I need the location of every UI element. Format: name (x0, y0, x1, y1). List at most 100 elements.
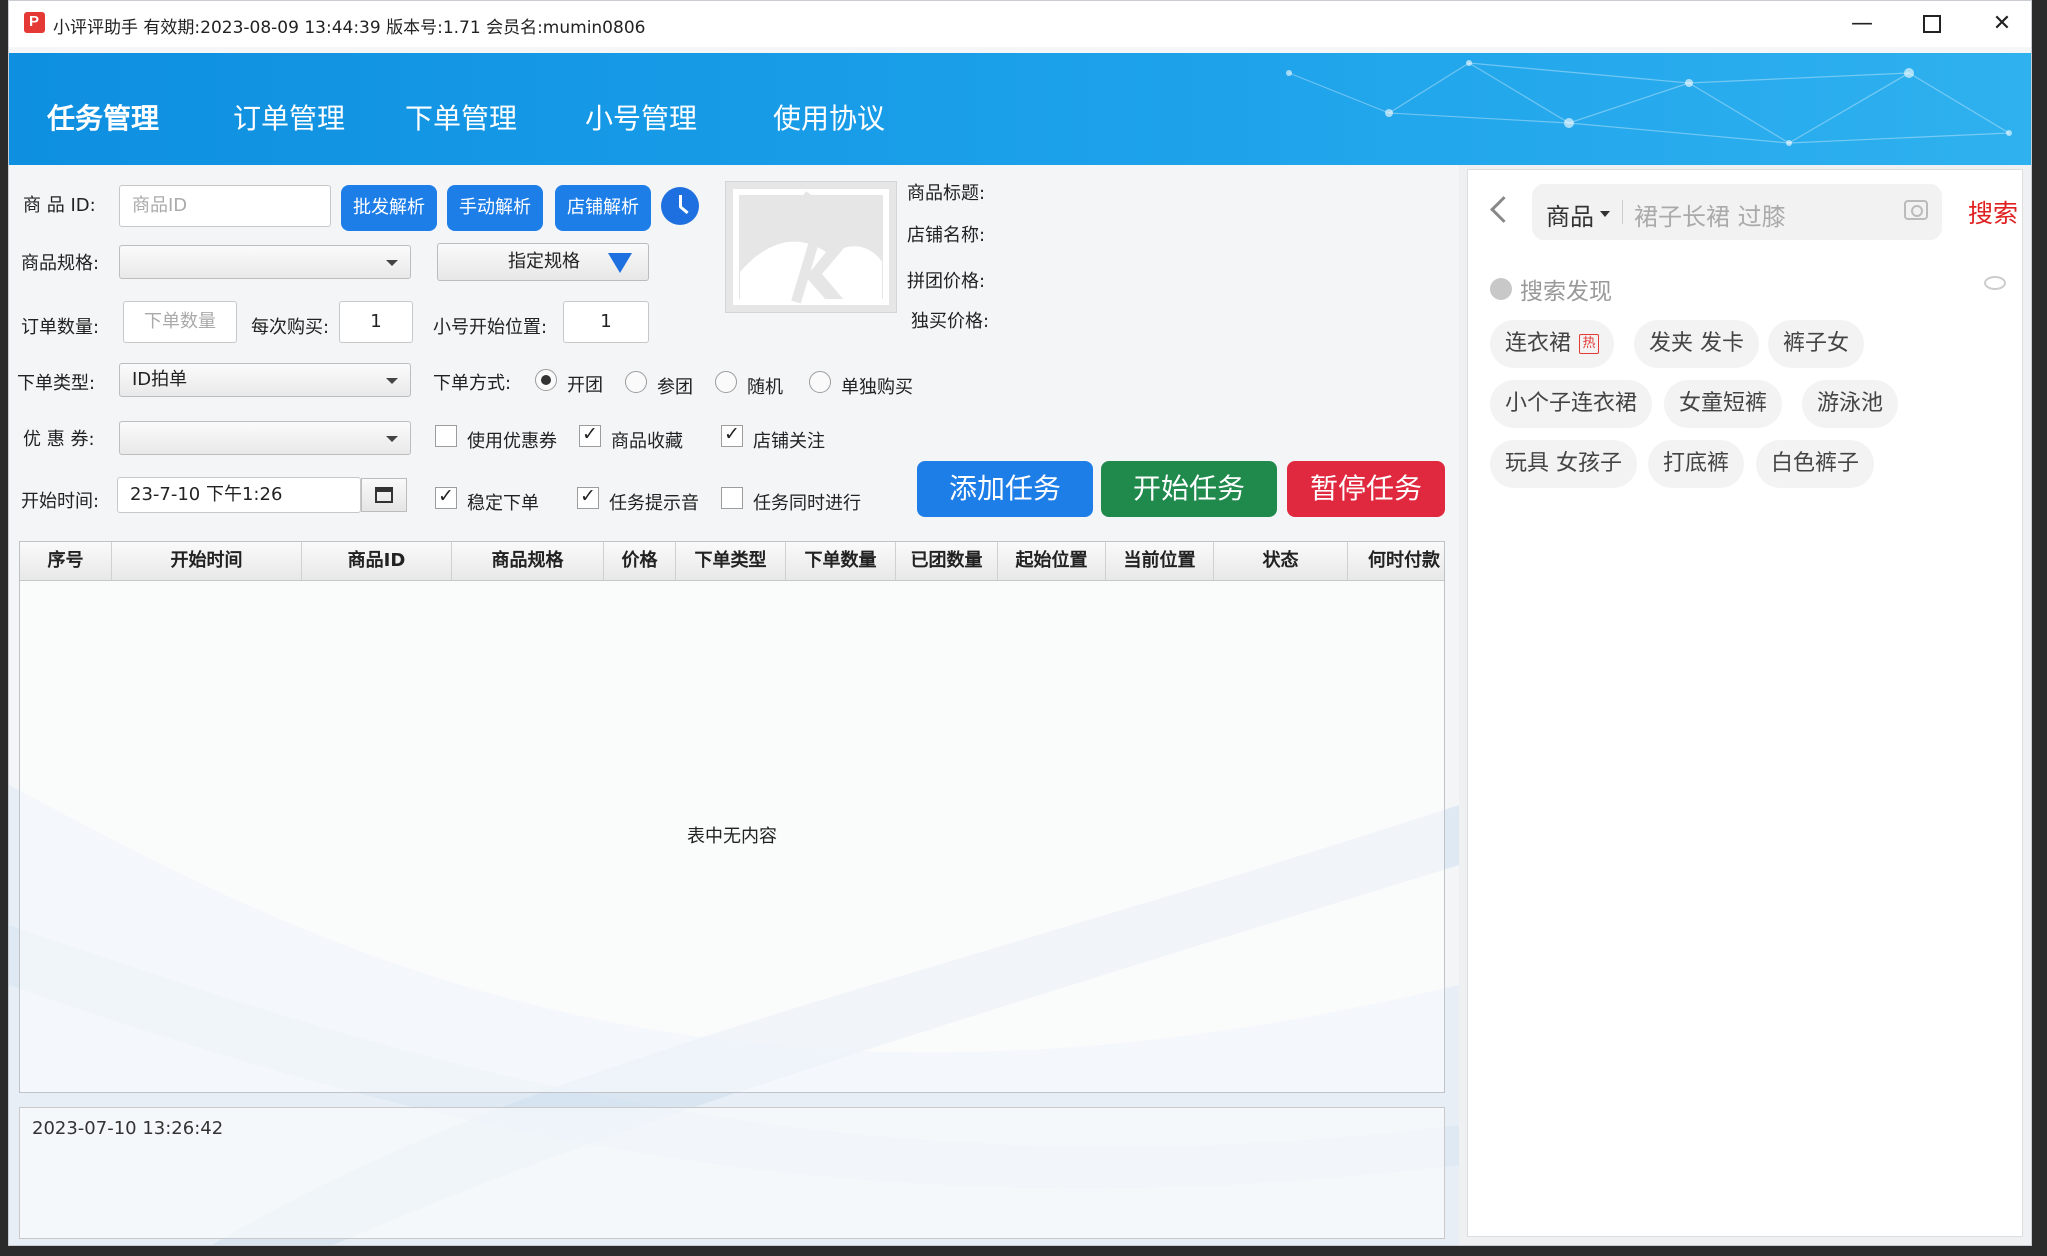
nav-place-order[interactable]: 下单管理 (405, 97, 517, 137)
mode-join-group-label: 参团 (657, 377, 693, 398)
favorite-product-checkbox[interactable] (579, 423, 601, 447)
batch-parse-button[interactable]: 批发解析 (341, 185, 437, 231)
close-button[interactable]: ✕ (1967, 1, 2031, 47)
search-tag[interactable]: 玩具 女孩子 (1490, 440, 1637, 488)
follow-shop-label: 店铺关注 (753, 431, 825, 452)
minimize-button[interactable]: — (1827, 1, 1897, 47)
order-type-label: 下单类型: (17, 373, 96, 394)
product-id-label: 商 品 ID: (23, 195, 96, 216)
search-tag[interactable]: 白色裤子 (1756, 440, 1875, 488)
maximize-icon (1923, 15, 1941, 33)
shop-name-label: 店铺名称: (907, 225, 986, 246)
search-tag[interactable]: 小个子连衣裙 (1490, 380, 1653, 428)
app-logo-icon (24, 12, 45, 33)
start-time-label: 开始时间: (21, 491, 100, 512)
nav-account-management[interactable]: 小号管理 (585, 97, 697, 137)
start-task-button[interactable]: 开始任务 (1101, 461, 1277, 517)
column-header[interactable]: 商品规格 (452, 542, 604, 580)
column-header[interactable]: 商品ID (302, 542, 452, 580)
mode-join-group-radio[interactable] (625, 371, 647, 393)
compass-icon (1490, 278, 1512, 300)
camera-icon[interactable] (1904, 200, 1928, 220)
column-header[interactable]: 下单类型 (676, 542, 786, 580)
column-header[interactable]: 何时付款 (1348, 542, 1444, 580)
product-image-placeholder (725, 181, 897, 313)
log-area[interactable]: 2023-07-10 13:26:42 (19, 1107, 1445, 1239)
order-type-select[interactable]: ID拍单 (119, 363, 411, 397)
manual-parse-button[interactable]: 手动解析 (447, 185, 543, 231)
search-tag[interactable]: 女童短裤 (1664, 380, 1783, 428)
use-coupon-checkbox[interactable] (435, 425, 457, 447)
calendar-icon[interactable] (361, 478, 407, 512)
nav-terms[interactable]: 使用协议 (773, 97, 885, 137)
column-header[interactable]: 序号 (20, 542, 112, 580)
column-header[interactable]: 起始位置 (998, 542, 1106, 580)
order-type-value: ID拍单 (132, 369, 188, 390)
column-header[interactable]: 当前位置 (1106, 542, 1214, 580)
window-title: 小评评助手 有效期:2023-08-09 13:44:39 版本号:1.71 会… (53, 18, 646, 38)
search-button[interactable]: 搜索 (1968, 194, 2018, 230)
title-bar: 小评评助手 有效期:2023-08-09 13:44:39 版本号:1.71 会… (9, 1, 2031, 47)
search-box[interactable]: 商品 裙子长裙 过膝 (1532, 184, 1942, 240)
stable-order-label: 稳定下单 (467, 493, 539, 514)
task-panel: 商 品 ID: 商品ID 批发解析 手动解析 店铺解析 商品标题: 店铺名称: … (9, 165, 1459, 1245)
search-panel: 商品 裙子长裙 过膝 搜索 搜索发现 连衣裙热 发夹 发卡 裤子女 小个子连衣裙… (1467, 169, 2023, 1237)
maximize-button[interactable] (1897, 1, 1967, 47)
task-table[interactable]: 序号 开始时间 商品ID 商品规格 价格 下单类型 下单数量 已团数量 起始位置… (19, 541, 1445, 1093)
product-id-input[interactable]: 商品ID (119, 185, 331, 227)
specify-spec-button[interactable]: 指定规格 (437, 243, 649, 281)
app-window: 小评评助手 有效期:2023-08-09 13:44:39 版本号:1.71 会… (8, 0, 2032, 1246)
column-header[interactable]: 下单数量 (786, 542, 896, 580)
order-qty-input[interactable]: 下单数量 (123, 301, 237, 343)
nav-task-management[interactable]: 任务管理 (47, 97, 159, 137)
search-tag[interactable]: 游泳池 (1802, 380, 1899, 428)
mode-single-buy-label: 单独购买 (841, 377, 913, 398)
coupon-label: 优 惠 券: (23, 429, 95, 450)
nav-order-management[interactable]: 订单管理 (233, 97, 345, 137)
column-header[interactable]: 状态 (1214, 542, 1348, 580)
mode-random-radio[interactable] (715, 371, 737, 393)
chevron-down-icon (386, 378, 398, 384)
stable-order-checkbox[interactable] (435, 485, 457, 509)
shop-parse-button[interactable]: 店铺解析 (555, 185, 651, 231)
log-line: 2023-07-10 13:26:42 (32, 1118, 224, 1139)
add-task-button[interactable]: 添加任务 (917, 461, 1093, 517)
column-header[interactable]: 价格 (604, 542, 676, 580)
clock-icon[interactable] (661, 187, 699, 225)
follow-shop-checkbox[interactable] (721, 423, 743, 447)
search-tag[interactable]: 裤子女 (1768, 320, 1865, 368)
start-position-input[interactable]: 1 (563, 301, 649, 343)
chevron-down-icon (1600, 211, 1610, 217)
column-header[interactable]: 已团数量 (896, 542, 998, 580)
start-position-label: 小号开始位置: (433, 317, 548, 338)
search-tag[interactable]: 连衣裙热 (1490, 320, 1615, 368)
mode-open-group-radio[interactable] (535, 369, 557, 391)
specify-spec-label: 指定规格 (508, 251, 580, 272)
eye-icon[interactable] (1984, 276, 2006, 290)
spec-select[interactable] (119, 245, 411, 279)
per-buy-input[interactable]: 1 (339, 301, 413, 343)
mode-single-buy-radio[interactable] (809, 371, 831, 393)
table-empty-message: 表中无内容 (687, 826, 777, 847)
triangle-down-icon (608, 253, 632, 273)
mode-random-label: 随机 (747, 377, 783, 398)
simultaneous-tasks-checkbox[interactable] (721, 487, 743, 509)
pause-task-button[interactable]: 暂停任务 (1287, 461, 1445, 517)
network-decoration (1286, 60, 2012, 146)
search-input[interactable]: 裙子长裙 过膝 (1634, 197, 1786, 232)
start-time-input[interactable]: 23-7-10 下午1:26 (117, 477, 361, 513)
search-sidebar: 商品 裙子长裙 过膝 搜索 搜索发现 连衣裙热 发夹 发卡 裤子女 小个子连衣裙… (1459, 165, 2031, 1245)
column-header[interactable]: 开始时间 (112, 542, 302, 580)
back-arrow-icon[interactable] (1490, 196, 1517, 223)
search-tag[interactable]: 发夹 发卡 (1634, 320, 1759, 368)
search-category-select[interactable]: 商品 (1546, 197, 1594, 232)
hot-badge-icon: 热 (1579, 334, 1600, 354)
coupon-select[interactable] (119, 421, 411, 455)
search-tag-label: 连衣裙 (1505, 331, 1572, 356)
broken-image-icon (733, 189, 889, 305)
task-sound-checkbox[interactable] (577, 485, 599, 509)
group-price-label: 拼团价格: (907, 271, 986, 292)
simultaneous-tasks-label: 任务同时进行 (753, 493, 861, 514)
search-tag[interactable]: 打底裤 (1648, 440, 1745, 488)
favorite-product-label: 商品收藏 (611, 431, 683, 452)
